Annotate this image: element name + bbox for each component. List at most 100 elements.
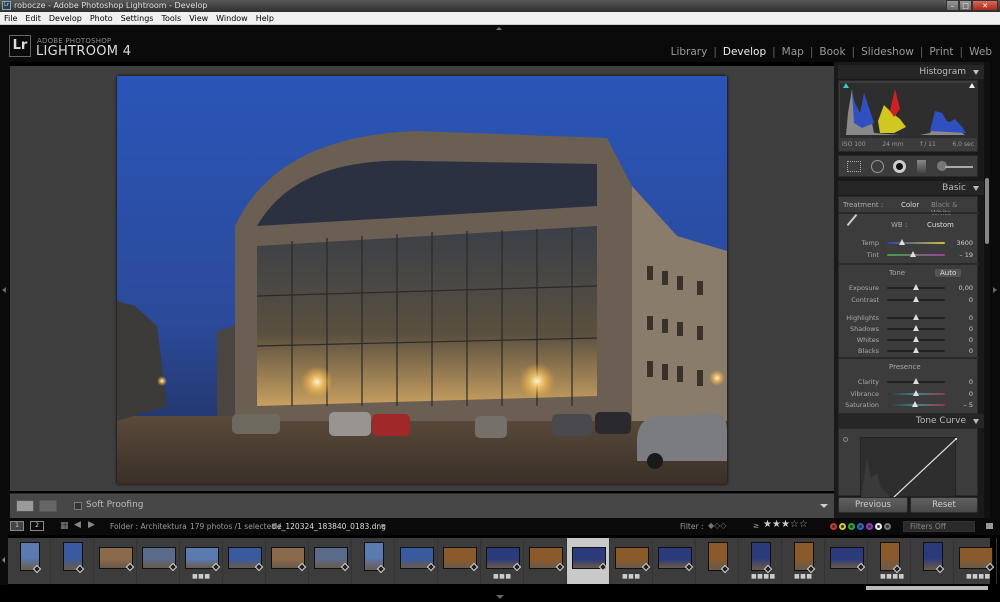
maximize-button[interactable]: □ — [959, 0, 972, 11]
module-slideshow[interactable]: Slideshow — [861, 46, 914, 58]
filmstrip-thumbnail[interactable] — [438, 538, 481, 584]
slider-contrast[interactable]: Contrast 0 — [839, 295, 979, 305]
slider-whites[interactable]: Whites 0 — [839, 335, 979, 345]
filmstrip-thumbnail[interactable]: ■■■ — [610, 538, 653, 584]
secondary-display-button[interactable]: 2 — [30, 521, 44, 531]
filmstrip-scrollbar[interactable] — [866, 586, 988, 590]
filter-lock-icon[interactable] — [986, 523, 993, 529]
slider-value[interactable]: 0 — [969, 390, 973, 398]
color-label-icon[interactable] — [875, 523, 882, 530]
filmstrip-thumbnail[interactable]: ■■■ — [782, 538, 825, 584]
develop-photo[interactable] — [117, 76, 727, 484]
back-arrow-icon[interactable]: ◀ — [74, 520, 81, 530]
scrollbar-thumb[interactable] — [985, 178, 989, 244]
star-icon[interactable]: ☆ — [790, 519, 799, 530]
menu-settings[interactable]: Settings — [117, 12, 158, 24]
filmstrip-thumbnail[interactable]: ■■■■ — [954, 538, 997, 584]
filmstrip-thumbnail[interactable] — [567, 538, 610, 584]
tone-curve-graph[interactable] — [860, 436, 959, 499]
eyedropper-icon[interactable] — [846, 213, 858, 227]
slider-saturation[interactable]: Saturation – 5 — [839, 400, 979, 410]
slider-knob[interactable] — [898, 239, 905, 245]
graduated-filter-icon[interactable] — [917, 160, 926, 173]
filmstrip-thumbnail[interactable] — [825, 538, 868, 584]
filmstrip-thumbnail[interactable] — [653, 538, 696, 584]
slider-knob[interactable] — [913, 284, 919, 290]
slider-knob[interactable] — [913, 325, 919, 331]
module-map[interactable]: Map — [782, 46, 804, 58]
star-icon[interactable]: ★ — [781, 519, 790, 530]
color-label-icon[interactable] — [866, 523, 873, 530]
color-label-icon[interactable] — [830, 523, 837, 530]
module-library[interactable]: Library — [671, 46, 708, 58]
temp-slider[interactable]: Temp 3600 — [839, 238, 979, 248]
selected-filename[interactable]: tle_120324_183840_0183.dng — [272, 522, 386, 531]
wb-select[interactable]: Custom — [927, 221, 954, 229]
star-icon[interactable]: ☆ — [799, 519, 808, 530]
toolbar-options-dropdown-icon[interactable] — [820, 504, 828, 508]
filmstrip-thumbnail[interactable] — [524, 538, 567, 584]
slider-exposure[interactable]: Exposure 0,00 — [839, 283, 979, 293]
top-panel-toggle-icon[interactable] — [496, 27, 502, 30]
filmstrip-thumbnail[interactable] — [911, 538, 954, 584]
menu-view[interactable]: View — [185, 12, 212, 24]
grid-view-icon[interactable]: ▦ — [60, 521, 69, 531]
slider-knob[interactable] — [913, 296, 919, 302]
color-label-icon[interactable] — [884, 523, 891, 530]
slider-value[interactable]: 0 — [969, 314, 973, 322]
filmstrip-thumbnail[interactable] — [94, 538, 137, 584]
filmstrip-thumbnail[interactable]: ■■■ — [180, 538, 223, 584]
previous-button[interactable]: Previous — [838, 497, 908, 513]
treatment-color-option[interactable]: Color — [901, 201, 919, 209]
slider-knob[interactable] — [913, 314, 919, 320]
filmstrip-left-arrow-icon[interactable] — [2, 557, 5, 563]
star-icon[interactable]: ★ — [772, 519, 781, 530]
module-book[interactable]: Book — [819, 46, 845, 58]
treatment-bw-option[interactable]: Black & White — [931, 201, 977, 217]
filmstrip-thumbnail[interactable]: ■■■ — [481, 538, 524, 584]
slider-track[interactable] — [887, 242, 945, 244]
filter-presets-dropdown[interactable]: Filters Off — [903, 521, 975, 532]
bottom-panel-toggle-icon[interactable] — [496, 595, 504, 599]
left-panel-toggle-icon[interactable] — [2, 287, 6, 293]
before-after-button[interactable] — [39, 500, 57, 512]
filmstrip-thumbnail[interactable] — [137, 538, 180, 584]
slider-highlights[interactable]: Highlights 0 — [839, 313, 979, 323]
slider-knob[interactable] — [913, 347, 919, 353]
slider-knob[interactable] — [913, 390, 919, 396]
menu-help[interactable]: Help — [252, 12, 278, 24]
menu-develop[interactable]: Develop — [45, 12, 86, 24]
collapse-triangle-icon[interactable] — [973, 70, 979, 75]
slider-knob[interactable] — [911, 401, 918, 407]
filmstrip-thumbnail[interactable] — [395, 538, 438, 584]
slider-knob[interactable] — [910, 251, 917, 257]
filmstrip-thumbnail[interactable]: ■■■■ — [868, 538, 911, 584]
color-label-icon[interactable] — [839, 523, 846, 530]
loupe-view-button[interactable] — [16, 500, 34, 512]
slider-value[interactable]: 0 — [969, 336, 973, 344]
menu-tools[interactable]: Tools — [157, 12, 185, 24]
filmstrip-thumbnail[interactable] — [51, 538, 94, 584]
slider-clarity[interactable]: Clarity 0 — [839, 377, 979, 387]
reset-button[interactable]: Reset — [910, 497, 978, 513]
module-web[interactable]: Web — [969, 46, 992, 58]
filmstrip-thumbnail[interactable] — [266, 538, 309, 584]
rating-filter[interactable]: ★★★☆☆ — [763, 519, 808, 530]
histogram-panel-header[interactable]: Histogram — [838, 65, 984, 79]
color-label-icon[interactable] — [848, 523, 855, 530]
module-develop[interactable]: Develop — [723, 46, 766, 58]
slider-value[interactable]: 0,00 — [959, 284, 973, 292]
primary-display-button[interactable]: 1 — [10, 521, 24, 531]
filmstrip-thumbnail[interactable] — [8, 538, 51, 584]
slider-value[interactable]: 0 — [969, 325, 973, 333]
auto-tone-button[interactable]: Auto — [935, 269, 962, 277]
slider-value[interactable]: 0 — [969, 347, 973, 355]
rating-operator[interactable]: ≥ — [753, 521, 759, 530]
filmstrip-thumbnail[interactable] — [352, 538, 395, 584]
filename-dropdown-icon[interactable]: ▾ — [381, 521, 385, 530]
tone-curve-panel-header[interactable]: Tone Curve — [838, 414, 984, 428]
slider-knob[interactable] — [913, 378, 919, 384]
menu-file[interactable]: File — [0, 12, 21, 24]
tint-slider[interactable]: Tint – 19 — [839, 250, 979, 260]
forward-arrow-icon[interactable]: ▶ — [88, 520, 95, 530]
